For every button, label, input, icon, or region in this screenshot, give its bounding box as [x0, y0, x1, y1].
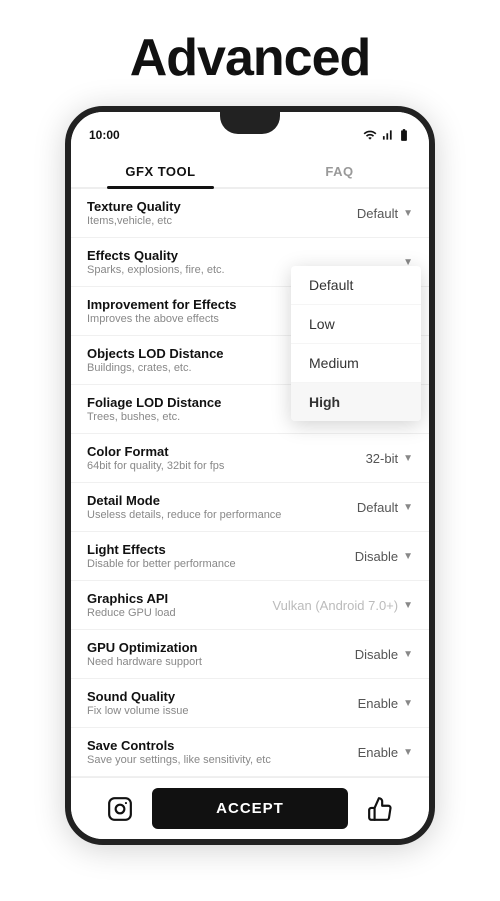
setting-value-color-format[interactable]: 32-bit ▼ [343, 451, 413, 466]
setting-row-light-effects[interactable]: Light Effects Disable for better perform… [71, 532, 429, 581]
setting-name: Save Controls [87, 738, 343, 753]
setting-label-gpu-optimization: GPU Optimization Need hardware support [87, 640, 343, 668]
setting-value-gpu-optimization[interactable]: Disable ▼ [343, 647, 413, 662]
setting-value-detail-mode[interactable]: Default ▼ [343, 500, 413, 515]
instagram-icon[interactable] [87, 796, 152, 822]
setting-label-sound-quality: Sound Quality Fix low volume issue [87, 689, 343, 717]
setting-name: Light Effects [87, 542, 343, 557]
chevron-down-icon: ▼ [403, 453, 413, 464]
setting-name: Graphics API [87, 591, 272, 606]
setting-row-gpu-optimization[interactable]: GPU Optimization Need hardware support D… [71, 630, 429, 679]
status-bar: 10:00 [71, 112, 429, 152]
chevron-down-icon: ▼ [403, 649, 413, 660]
setting-desc: Fix low volume issue [87, 705, 343, 717]
bottom-bar: ACCEPT [71, 777, 429, 839]
setting-name: GPU Optimization [87, 640, 343, 655]
setting-value-light-effects[interactable]: Disable ▼ [343, 549, 413, 564]
status-time: 10:00 [89, 128, 120, 142]
setting-desc: Useless details, reduce for performance [87, 509, 343, 521]
dropdown-item-high[interactable]: High [291, 383, 421, 421]
setting-label-light-effects: Light Effects Disable for better perform… [87, 542, 343, 570]
setting-row-save-controls[interactable]: Save Controls Save your settings, like s… [71, 728, 429, 777]
setting-label-save-controls: Save Controls Save your settings, like s… [87, 738, 343, 766]
chevron-down-icon: ▼ [403, 698, 413, 709]
tabs: GFX TOOL FAQ [71, 152, 429, 189]
chevron-down-icon: ▼ [403, 600, 413, 611]
setting-value-texture-quality[interactable]: Default ▼ [343, 206, 413, 221]
dropdown-item-default[interactable]: Default [291, 266, 421, 305]
notch [220, 112, 280, 134]
setting-desc: Disable for better performance [87, 558, 343, 570]
setting-name: Texture Quality [87, 199, 343, 214]
setting-label-detail-mode: Detail Mode Useless details, reduce for … [87, 493, 343, 521]
dropdown-popup: Default Low Medium High [291, 266, 421, 421]
setting-label-graphics-api: Graphics API Reduce GPU load [87, 591, 272, 619]
setting-row-detail-mode[interactable]: Detail Mode Useless details, reduce for … [71, 483, 429, 532]
chevron-down-icon: ▼ [403, 208, 413, 219]
signal-icon [380, 128, 394, 142]
like-icon[interactable] [348, 796, 413, 822]
setting-desc: Need hardware support [87, 656, 343, 668]
phone-frame: 10:00 GFX TOOL FAQ Tex [65, 106, 435, 845]
setting-name: Sound Quality [87, 689, 343, 704]
setting-row-texture-quality[interactable]: Texture Quality Items,vehicle, etc Defau… [71, 189, 429, 238]
setting-name: Effects Quality [87, 248, 343, 263]
setting-label-texture-quality: Texture Quality Items,vehicle, etc [87, 199, 343, 227]
setting-value-save-controls[interactable]: Enable ▼ [343, 745, 413, 760]
chevron-down-icon: ▼ [403, 502, 413, 513]
tab-faq[interactable]: FAQ [250, 152, 429, 187]
setting-row-effects-quality[interactable]: Effects Quality Sparks, explosions, fire… [71, 238, 429, 287]
chevron-down-icon: ▼ [403, 551, 413, 562]
dropdown-item-low[interactable]: Low [291, 305, 421, 344]
setting-row-sound-quality[interactable]: Sound Quality Fix low volume issue Enabl… [71, 679, 429, 728]
wifi-icon [363, 128, 377, 142]
dropdown-item-medium[interactable]: Medium [291, 344, 421, 383]
setting-desc: 64bit for quality, 32bit for fps [87, 460, 343, 472]
setting-value-sound-quality[interactable]: Enable ▼ [343, 696, 413, 711]
setting-desc: Save your settings, like sensitivity, et… [87, 754, 343, 766]
setting-name: Color Format [87, 444, 343, 459]
setting-name: Detail Mode [87, 493, 343, 508]
setting-desc: Reduce GPU load [87, 607, 272, 619]
setting-desc: Items,vehicle, etc [87, 215, 343, 227]
battery-icon [397, 128, 411, 142]
chevron-down-icon: ▼ [403, 747, 413, 758]
accept-button[interactable]: ACCEPT [152, 788, 348, 829]
setting-label-color-format: Color Format 64bit for quality, 32bit fo… [87, 444, 343, 472]
page-title: Advanced [130, 28, 371, 88]
status-icons [363, 128, 411, 142]
setting-row-graphics-api[interactable]: Graphics API Reduce GPU load Vulkan (And… [71, 581, 429, 630]
setting-value-graphics-api[interactable]: Vulkan (Android 7.0+) ▼ [272, 598, 413, 613]
setting-row-color-format[interactable]: Color Format 64bit for quality, 32bit fo… [71, 434, 429, 483]
settings-list: Texture Quality Items,vehicle, etc Defau… [71, 189, 429, 777]
tab-gfx-tool[interactable]: GFX TOOL [71, 152, 250, 187]
